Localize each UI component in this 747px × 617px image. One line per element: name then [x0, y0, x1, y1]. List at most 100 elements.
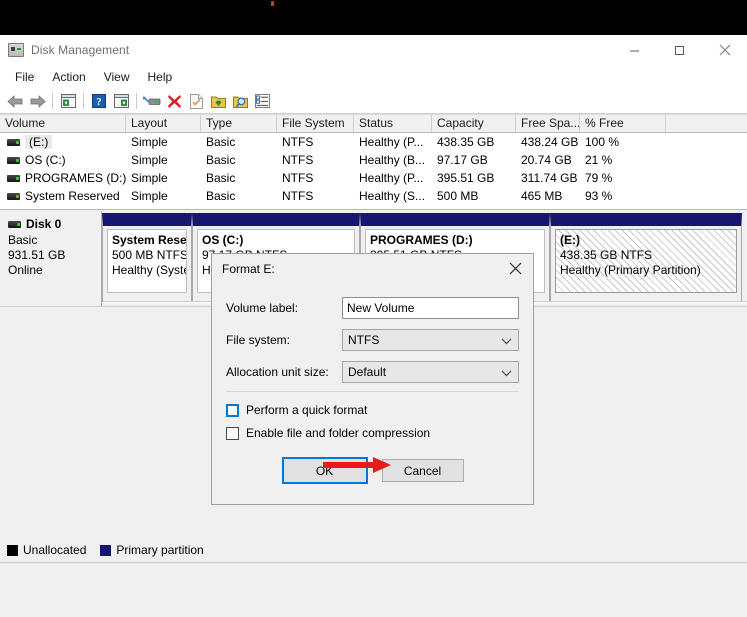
drive-icon	[7, 192, 20, 200]
disk-state: Online	[8, 263, 43, 277]
help-icon[interactable]: ?	[88, 90, 110, 112]
volume-cell: (E:)	[0, 135, 126, 149]
title-bar: Disk Management	[0, 35, 747, 65]
cancel-button[interactable]: Cancel	[381, 459, 464, 482]
show-hide-console-tree-icon[interactable]	[57, 90, 79, 112]
column-header-blank[interactable]	[666, 115, 747, 132]
chevron-down-icon	[501, 362, 512, 384]
quick-format-checkbox[interactable]	[226, 403, 239, 417]
capacity-cell: 97.17 GB	[437, 153, 488, 167]
show-hide-action-pane-icon[interactable]	[110, 90, 132, 112]
menu-item-file[interactable]: File	[6, 68, 43, 86]
table-row[interactable]: PROGRAMES (D:) Simple Basic NTFS Healthy…	[0, 169, 747, 187]
allocation-unit-size-select[interactable]: Default	[342, 361, 519, 383]
percent-free-cell: 93 %	[585, 189, 613, 203]
delete-icon[interactable]	[163, 90, 185, 112]
capacity-cell: 500 MB	[437, 189, 479, 203]
partition-system-reserved[interactable]: System Reser 500 MB NTFS Healthy (Syste	[102, 213, 192, 302]
table-row[interactable]: OS (C:) Simple Basic NTFS Healthy (B... …	[0, 151, 747, 169]
forward-icon[interactable]	[26, 90, 48, 112]
rescan-disks-icon[interactable]	[141, 90, 163, 112]
disk-info-panel[interactable]: Disk 0 Basic 931.51 GB Online	[0, 211, 102, 306]
volume-label-input[interactable]: New Volume	[342, 297, 519, 319]
free-space-cell: 465 MB	[521, 189, 563, 203]
table-row[interactable]: (E:) Simple Basic NTFS Healthy (P... 438…	[0, 133, 747, 151]
minimize-button[interactable]	[612, 35, 657, 65]
legend-swatch-unallocated	[7, 544, 18, 556]
dialog-close-button[interactable]	[497, 254, 533, 283]
legend-swatch-primary-partition	[100, 544, 112, 556]
back-icon[interactable]	[4, 90, 26, 112]
drive-icon	[7, 138, 20, 146]
layout-cell: Simple	[131, 153, 168, 167]
volume-name: System Reserved	[25, 189, 120, 203]
partition-size: 438.35 GB NTFS	[560, 248, 653, 262]
partition-size: 500 MB NTFS	[112, 248, 187, 262]
layout-cell: Simple	[131, 171, 168, 185]
disk-name: Disk 0	[26, 217, 62, 231]
status-cell: Healthy (P...	[359, 171, 424, 185]
column-header-free-space[interactable]: Free Spa...	[516, 115, 580, 132]
column-header-status[interactable]: Status	[354, 115, 432, 132]
file-system-cell: NTFS	[282, 171, 314, 185]
disk-size: 931.51 GB	[8, 248, 66, 262]
partition-e[interactable]: (E:) 438.35 GB NTFS Healthy (Primary Par…	[550, 213, 742, 302]
close-button[interactable]	[702, 35, 747, 65]
checkbox-row-quick-format[interactable]: Perform a quick format	[226, 400, 519, 420]
partition-inner: System Reser 500 MB NTFS Healthy (Syste	[107, 229, 187, 293]
field-row-allocation-unit-size: Allocation unit size: Default	[226, 359, 519, 385]
menu-item-view[interactable]: View	[95, 68, 139, 86]
field-row-file-system: File system: NTFS	[226, 327, 519, 353]
svg-text:?: ?	[96, 96, 102, 108]
volume-name: OS (C:)	[25, 153, 66, 167]
file-system-cell: NTFS	[282, 135, 314, 149]
disk-management-icon	[8, 43, 24, 57]
format-dialog: Format E: Volume label: New Volume File …	[211, 253, 534, 505]
volume-cell: System Reserved	[0, 189, 126, 203]
menu-bar: File Action View Help	[0, 65, 747, 89]
free-space-cell: 311.74 GB	[521, 171, 578, 185]
dialog-body: Volume label: New Volume File system: NT…	[212, 283, 533, 443]
partition-status: Healthy (Primary Partition)	[560, 263, 701, 277]
maximize-button[interactable]	[657, 35, 702, 65]
export-list-icon[interactable]	[207, 90, 229, 112]
compression-checkbox[interactable]	[226, 426, 239, 440]
table-row[interactable]: System Reserved Simple Basic NTFS Health…	[0, 187, 747, 205]
volume-name: (E:)	[25, 135, 53, 149]
file-system-cell: NTFS	[282, 189, 314, 203]
column-header-capacity[interactable]: Capacity	[432, 115, 516, 132]
disk-icon	[8, 220, 21, 228]
menu-item-action[interactable]: Action	[43, 68, 94, 86]
column-header-type[interactable]: Type	[201, 115, 277, 132]
volume-name: PROGRAMES (D:)	[25, 171, 126, 185]
column-header-file-system[interactable]: File System	[277, 115, 354, 132]
file-system-value: NTFS	[348, 333, 380, 347]
legend-label-unallocated: Unallocated	[23, 543, 87, 557]
partition-name: (E:)	[560, 233, 580, 247]
window-controls	[612, 35, 747, 65]
file-system-select[interactable]: NTFS	[342, 329, 519, 351]
window-title: Disk Management	[31, 43, 130, 57]
column-header-volume[interactable]: Volume	[0, 115, 126, 132]
details-icon[interactable]	[251, 90, 273, 112]
legend-item-primary-partition: Primary partition	[100, 543, 204, 557]
column-header-layout[interactable]: Layout	[126, 115, 201, 132]
properties-icon[interactable]	[185, 90, 207, 112]
type-cell: Basic	[206, 189, 236, 203]
status-cell: Healthy (B...	[359, 153, 426, 167]
dialog-title-bar: Format E:	[212, 254, 533, 283]
legend-label-primary-partition: Primary partition	[116, 543, 204, 557]
free-space-cell: 438.24 GB	[521, 135, 579, 149]
percent-free-cell: 79 %	[585, 171, 613, 185]
disk-management-window: Disk Management File Action View Help ? …	[0, 35, 747, 617]
ok-button[interactable]: OK	[281, 457, 368, 484]
toolbar-separator	[52, 93, 53, 109]
column-header-percent-free[interactable]: % Free	[580, 115, 666, 132]
partition-inner: (E:) 438.35 GB NTFS Healthy (Primary Par…	[555, 229, 737, 293]
quick-format-label: Perform a quick format	[246, 403, 368, 417]
checkbox-row-compression[interactable]: Enable file and folder compression	[226, 423, 519, 443]
percent-free-cell: 21 %	[585, 153, 613, 167]
volume-cell: OS (C:)	[0, 153, 126, 167]
search-icon[interactable]	[229, 90, 251, 112]
menu-item-help[interactable]: Help	[139, 68, 182, 86]
